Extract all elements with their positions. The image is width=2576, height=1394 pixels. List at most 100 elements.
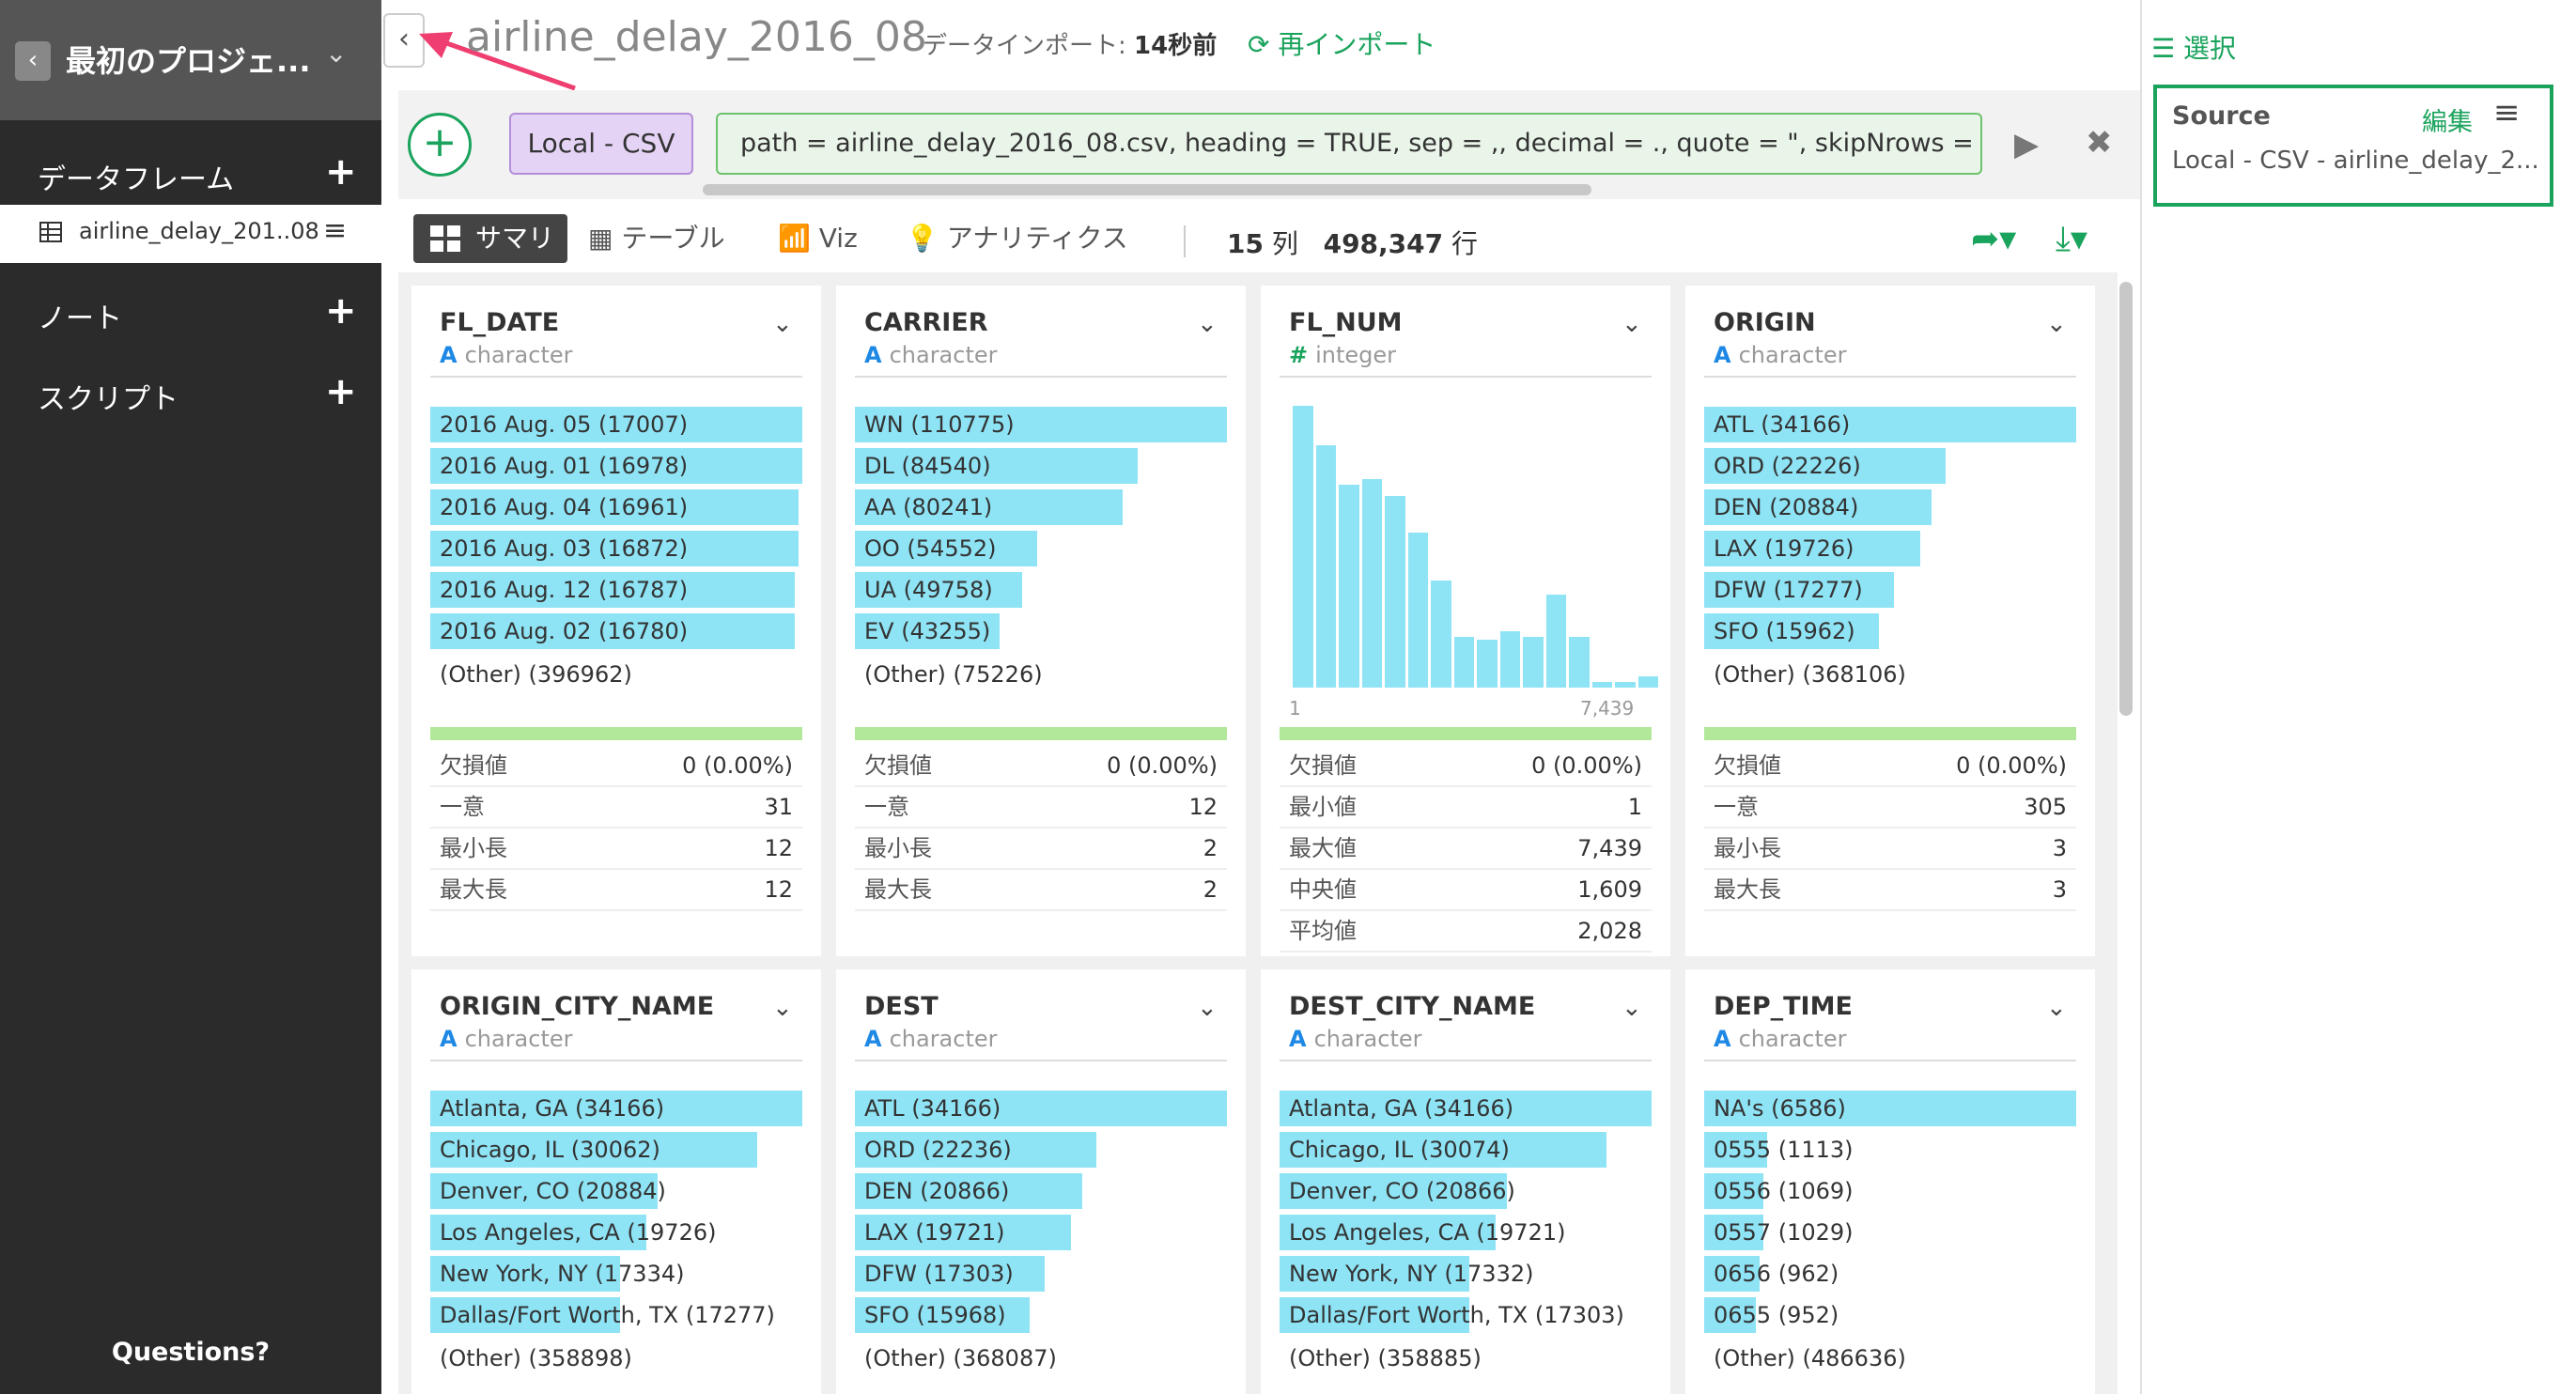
chevron-down-icon[interactable]: ⌄	[325, 38, 347, 69]
chevron-down-icon[interactable]: ⌄	[1622, 994, 1642, 1022]
histogram-bar[interactable]	[1339, 485, 1359, 688]
value-label: Denver, CO (20866)	[1289, 1178, 1515, 1204]
add-dataframe-icon[interactable]: +	[325, 150, 357, 194]
section-scripts: スクリプト +	[0, 357, 381, 432]
reimport-label: 再インポート	[1278, 29, 1436, 60]
tab-viz[interactable]: 📶 Viz	[778, 214, 858, 263]
select-button[interactable]: ☰ 選択	[2151, 28, 2236, 66]
column-card: DEP_TIME ⌄ Acharacter NA's (6586) 0555 (1113…	[1685, 969, 2095, 1394]
chevron-down-icon[interactable]: ⌄	[1197, 994, 1218, 1022]
download-icon[interactable]: ⤓▾	[2056, 220, 2087, 259]
add-step-button[interactable]: +	[408, 113, 472, 177]
histogram-bar[interactable]	[1315, 445, 1336, 688]
value-label: New York, NY (17334)	[440, 1261, 685, 1287]
tab-summary[interactable]: サマリ	[413, 214, 567, 263]
histogram-bar[interactable]	[1523, 637, 1544, 688]
value-label: Los Angeles, CA (19726)	[440, 1219, 717, 1246]
sidebar-item-dataframe[interactable]: airline_delay_201..08 ≡	[0, 205, 381, 263]
value-label: DEN (20866)	[864, 1178, 1010, 1204]
value-label: ATL (34166)	[864, 1095, 1001, 1122]
histogram-bar[interactable]	[1293, 406, 1313, 688]
column-card: ORIGIN ⌄ Acharacter ATL (34166) ORD (22226) D…	[1685, 286, 2095, 956]
source-type-button[interactable]: Local - CSV	[509, 113, 693, 175]
command-scrollbar[interactable]	[703, 184, 1591, 195]
share-icon[interactable]: ➦▾	[1971, 220, 2016, 258]
back-icon[interactable]: ‹	[15, 41, 51, 81]
stat-value: 0 (0.00%)	[1531, 752, 1642, 779]
chevron-down-icon[interactable]: ⌄	[772, 310, 793, 338]
value-label: SFO (15962)	[1714, 618, 1855, 644]
add-note-icon[interactable]: +	[325, 289, 357, 333]
value-label: New York, NY (17332)	[1289, 1261, 1534, 1287]
tab-analytics[interactable]: 💡 アナリティクス	[906, 214, 1128, 263]
histogram-bar[interactable]	[1431, 581, 1451, 688]
stat-key: 最小長	[1714, 835, 1781, 861]
edit-step-link[interactable]: 編集	[2422, 101, 2473, 138]
divider	[1184, 225, 1186, 257]
chevron-down-icon[interactable]: ⌄	[1622, 310, 1642, 338]
questions-link[interactable]: Questions?	[0, 1338, 381, 1367]
add-script-icon[interactable]: +	[325, 370, 357, 413]
column-name: CARRIER	[864, 308, 988, 337]
command-input[interactable]: path = airline_delay_2016_08.csv, headin…	[716, 113, 1982, 175]
column-card: FL_NUM ⌄ # integer 1 7,439 欠損値 0 (0.00%) 最小値 1 最大値…	[1261, 286, 1670, 956]
chevron-down-icon[interactable]: ⌄	[772, 994, 793, 1022]
chevron-down-icon[interactable]: ⌄	[1197, 310, 1218, 338]
menu-icon[interactable]: ≡	[2493, 94, 2521, 132]
histogram-bar[interactable]	[1615, 682, 1636, 688]
value-label: DL (84540)	[864, 453, 991, 479]
stat-value: 2	[1203, 876, 1218, 903]
value-label: 0556 (1069)	[1714, 1178, 1854, 1204]
stat-row: 欠損値 0 (0.00%)	[855, 746, 1227, 787]
stat-row: 最小長 2	[855, 829, 1227, 870]
histogram-bar[interactable]	[1477, 640, 1497, 688]
stat-key: 最小長	[864, 835, 932, 861]
run-icon[interactable]: ▶	[2014, 126, 2039, 163]
chevron-down-icon[interactable]: ⌄	[2046, 310, 2067, 338]
histogram-bar[interactable]	[1545, 595, 1566, 688]
histogram-bar[interactable]	[1385, 496, 1405, 688]
step-card[interactable]: Source 編集 ≡ Local - CSV - airline_delay_…	[2153, 85, 2553, 207]
reimport-button[interactable]: ⟳ 再インポート	[1248, 24, 1435, 62]
column-type-label: character	[889, 342, 998, 368]
menu-icon[interactable]: ≡	[323, 214, 347, 247]
column-type-label: character	[464, 1026, 573, 1052]
divider	[1280, 1060, 1652, 1061]
stat-value: 305	[2024, 794, 2067, 820]
axis-min-label: 1	[1289, 697, 1301, 720]
text-type-icon: A	[864, 1026, 882, 1052]
import-prefix: データインポート:	[923, 32, 1135, 60]
chevron-down-icon[interactable]: ⌄	[2046, 994, 2067, 1022]
column-name: ORIGIN_CITY_NAME	[440, 992, 715, 1021]
stat-value: 0 (0.00%)	[1956, 752, 2067, 779]
histogram-bar[interactable]	[1569, 637, 1590, 688]
close-icon[interactable]: ✖	[2086, 124, 2113, 162]
histogram-bar[interactable]	[1407, 533, 1428, 688]
stat-key: 最小長	[440, 835, 507, 861]
summary-cards: FL_DATE ⌄ Acharacter 2016 Aug. 05 (17007) 20…	[398, 272, 2118, 1394]
histogram-bar[interactable]	[1637, 676, 1658, 688]
dataframe-counts: 15 列 498,347 行	[1227, 224, 1478, 261]
stat-value: 31	[764, 794, 793, 820]
text-type-icon: A	[1289, 1026, 1307, 1052]
value-label: 0555 (1113)	[1714, 1137, 1854, 1163]
vertical-scrollbar[interactable]	[2119, 282, 2133, 716]
histogram-bar[interactable]	[1591, 682, 1612, 688]
column-type-label: character	[1738, 342, 1847, 368]
column-type: Acharacter	[1714, 342, 1847, 368]
divider	[430, 1060, 802, 1061]
histogram-bar[interactable]	[1499, 631, 1520, 688]
value-label: 2016 Aug. 03 (16872)	[440, 535, 689, 562]
divider	[1704, 1060, 2076, 1061]
project-header[interactable]: ‹ 最初のプロジェ... ⌄	[0, 0, 381, 120]
tab-table[interactable]: ▦ テーブル	[588, 214, 725, 263]
stat-row: 最大長 12	[430, 870, 802, 911]
value-label: AA (80241)	[864, 494, 993, 520]
divider	[1704, 376, 2076, 378]
stat-row: 最小値 1	[1280, 787, 1652, 829]
stat-value: 7,439	[1577, 835, 1642, 861]
histogram-bar[interactable]	[1361, 479, 1382, 688]
value-label: Dallas/Fort Worth, TX (17277)	[440, 1302, 775, 1328]
histogram-bar[interactable]	[1453, 637, 1474, 688]
other-label: (Other) (75226)	[864, 661, 1043, 688]
